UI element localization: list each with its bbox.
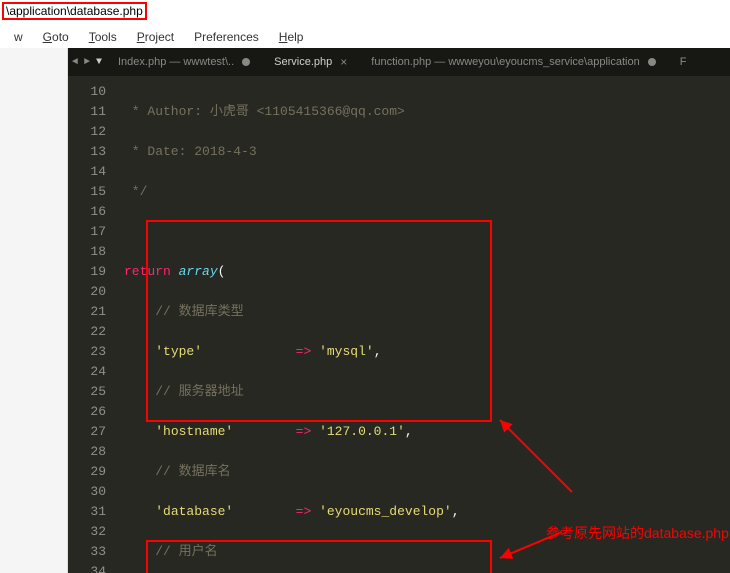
dirty-indicator-icon	[648, 58, 656, 66]
tab-label: Service.php	[274, 56, 332, 68]
line-number: 32	[68, 522, 106, 542]
line-number: 34	[68, 562, 106, 573]
code-text: */	[124, 184, 147, 199]
dirty-indicator-icon	[242, 58, 250, 66]
line-number: 26	[68, 402, 106, 422]
line-number: 33	[68, 542, 106, 562]
code-text: ,	[374, 344, 382, 359]
line-number: 21	[68, 302, 106, 322]
line-number: 28	[68, 442, 106, 462]
menubar: w Goto Tools Project Preferences Help	[0, 26, 730, 48]
line-number: 19	[68, 262, 106, 282]
tab-service[interactable]: Service.php ×	[262, 48, 359, 76]
line-number: 15	[68, 182, 106, 202]
line-number: 11	[68, 102, 106, 122]
code-text: array	[179, 264, 218, 279]
menu-view[interactable]: w	[4, 28, 33, 46]
menu-help[interactable]: Help	[269, 28, 314, 46]
line-number: 17	[68, 222, 106, 242]
line-number: 20	[68, 282, 106, 302]
code-text: 'type'	[155, 344, 202, 359]
line-number: 22	[68, 322, 106, 342]
code-text: (	[218, 264, 226, 279]
tab-label: F	[680, 56, 687, 68]
code-text: // 数据库名	[155, 464, 230, 479]
close-icon[interactable]: ×	[340, 55, 347, 69]
code-text: // 服务器地址	[155, 384, 243, 399]
code-text: 'database'	[155, 504, 233, 519]
code-text: // 用户名	[155, 544, 217, 559]
code-text: ,	[452, 504, 460, 519]
line-number: 12	[68, 122, 106, 142]
line-number: 16	[68, 202, 106, 222]
line-number: 13	[68, 142, 106, 162]
menu-tools[interactable]: Tools	[79, 28, 127, 46]
annotation-line: 参考原先网站的database.php	[546, 524, 729, 542]
tab-next-icon[interactable]: ►	[82, 57, 92, 68]
line-number: 27	[68, 422, 106, 442]
line-number: 29	[68, 462, 106, 482]
code-text: ,	[405, 424, 413, 439]
title-path: \application\database.php	[2, 2, 147, 20]
tab-list-icon[interactable]: ▼	[94, 57, 104, 68]
line-number: 30	[68, 482, 106, 502]
code-text: 'hostname'	[155, 424, 233, 439]
code-area[interactable]: 10 11 12 13 14 15 16 17 18 19 20 21 22 2…	[68, 76, 730, 573]
code-text: =>	[296, 424, 312, 439]
code-text: 'eyoucms_develop'	[319, 504, 452, 519]
sidebar	[0, 48, 68, 573]
code-text: '127.0.0.1'	[319, 424, 405, 439]
code-text: * Author: 小虎哥 <1105415366@qq.com>	[124, 104, 405, 119]
tab-function[interactable]: function.php — wwweyou\eyoucms_service\a…	[359, 48, 667, 76]
line-number: 24	[68, 362, 106, 382]
code-text: return	[124, 264, 171, 279]
tab-label: Index.php — wwwtest\..	[118, 56, 234, 68]
code-text: // 数据库类型	[155, 304, 243, 319]
editor: ◄ ► ▼ Index.php — wwwtest\.. Service.php…	[68, 48, 730, 573]
menu-preferences[interactable]: Preferences	[184, 28, 269, 46]
line-number: 25	[68, 382, 106, 402]
line-number: 18	[68, 242, 106, 262]
tab-label: function.php — wwweyou\eyoucms_service\a…	[371, 56, 639, 68]
tab-prev-icon[interactable]: ◄	[70, 57, 80, 68]
line-number: 23	[68, 342, 106, 362]
code-text: * Date: 2018-4-3	[124, 144, 257, 159]
tab-more[interactable]: F	[668, 48, 699, 76]
code-text: =>	[296, 504, 312, 519]
line-number: 10	[68, 82, 106, 102]
code-text: =>	[296, 344, 312, 359]
gutter: 10 11 12 13 14 15 16 17 18 19 20 21 22 2…	[68, 76, 118, 573]
tabbar: ◄ ► ▼ Index.php — wwwtest\.. Service.php…	[68, 48, 730, 76]
line-number: 14	[68, 162, 106, 182]
menu-project[interactable]: Project	[127, 28, 184, 46]
tab-nav[interactable]: ◄ ► ▼	[68, 48, 106, 76]
code-content[interactable]: * Author: 小虎哥 <1105415366@qq.com> * Date…	[118, 76, 730, 573]
menu-goto[interactable]: Goto	[33, 28, 79, 46]
code-text: 'mysql'	[319, 344, 374, 359]
line-number: 31	[68, 502, 106, 522]
tab-index[interactable]: Index.php — wwwtest\..	[106, 48, 262, 76]
